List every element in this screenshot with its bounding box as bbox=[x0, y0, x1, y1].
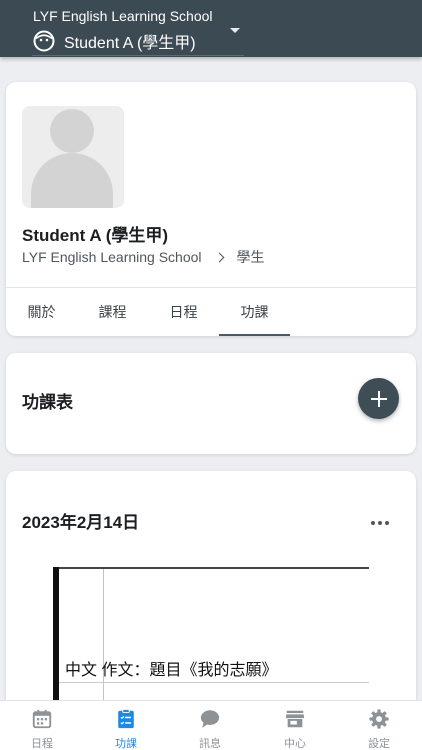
homework-title: 功課表 bbox=[22, 393, 73, 412]
storefront-icon bbox=[285, 710, 305, 728]
avatar bbox=[22, 106, 124, 208]
profile-tabs: 關於 課程 日程 功課 bbox=[6, 288, 416, 336]
chevron-right-icon bbox=[214, 252, 224, 262]
tab-courses[interactable]: 課程 bbox=[77, 288, 148, 336]
nav-settings-label: 設定 bbox=[368, 738, 390, 750]
student-switcher[interactable]: Student A (學生甲) bbox=[32, 26, 244, 56]
plus-icon bbox=[370, 390, 387, 407]
nav-schedule-label: 日程 bbox=[31, 738, 53, 750]
tab-schedule[interactable]: 日程 bbox=[148, 288, 219, 336]
bottom-nav: 日程 功課 訊息 中心 設定 bbox=[0, 700, 422, 750]
nav-messages[interactable]: 訊息 bbox=[168, 701, 252, 750]
homework-content-table: 中文 作文：題目《我的志願》 bbox=[53, 567, 369, 711]
chevron-down-icon bbox=[230, 28, 240, 33]
app-header: LYF English Learning School Student A (學… bbox=[0, 0, 422, 57]
breadcrumb: LYF English Learning School 學生 bbox=[22, 247, 265, 267]
profile-name: Student A (學生甲) bbox=[22, 226, 169, 245]
breadcrumb-school[interactable]: LYF English Learning School bbox=[22, 249, 202, 265]
chat-bubble-icon bbox=[200, 710, 220, 728]
clipboard-list-icon bbox=[118, 708, 134, 729]
homework-header-card: 功課表 bbox=[6, 353, 416, 454]
face-icon bbox=[33, 30, 55, 51]
more-options-icon[interactable] bbox=[366, 513, 394, 533]
gear-icon bbox=[369, 709, 389, 729]
nav-settings[interactable]: 設定 bbox=[337, 701, 421, 750]
nav-schedule[interactable]: 日程 bbox=[0, 701, 84, 750]
homework-entry-card: 2023年2月14日 中文 作文：題目《我的志願》 bbox=[6, 471, 416, 711]
nav-messages-label: 訊息 bbox=[199, 738, 221, 750]
tab-homework[interactable]: 功課 bbox=[219, 288, 290, 336]
homework-content: 中文 作文：題目《我的志願》 bbox=[65, 662, 278, 679]
add-homework-button[interactable] bbox=[358, 378, 399, 419]
nav-center[interactable]: 中心 bbox=[253, 701, 337, 750]
nav-homework-label: 功課 bbox=[115, 738, 137, 750]
profile-card: Student A (學生甲) LYF English Learning Sch… bbox=[6, 82, 416, 336]
tab-about[interactable]: 關於 bbox=[6, 288, 77, 336]
homework-date: 2023年2月14日 bbox=[22, 513, 140, 532]
nav-homework[interactable]: 功課 bbox=[84, 701, 168, 750]
header-student-name: Student A (學生甲) bbox=[64, 34, 196, 52]
breadcrumb-role: 學生 bbox=[236, 249, 265, 265]
header-school-name: LYF English Learning School bbox=[33, 8, 213, 24]
nav-center-label: 中心 bbox=[284, 738, 306, 750]
calendar-icon bbox=[32, 709, 52, 729]
